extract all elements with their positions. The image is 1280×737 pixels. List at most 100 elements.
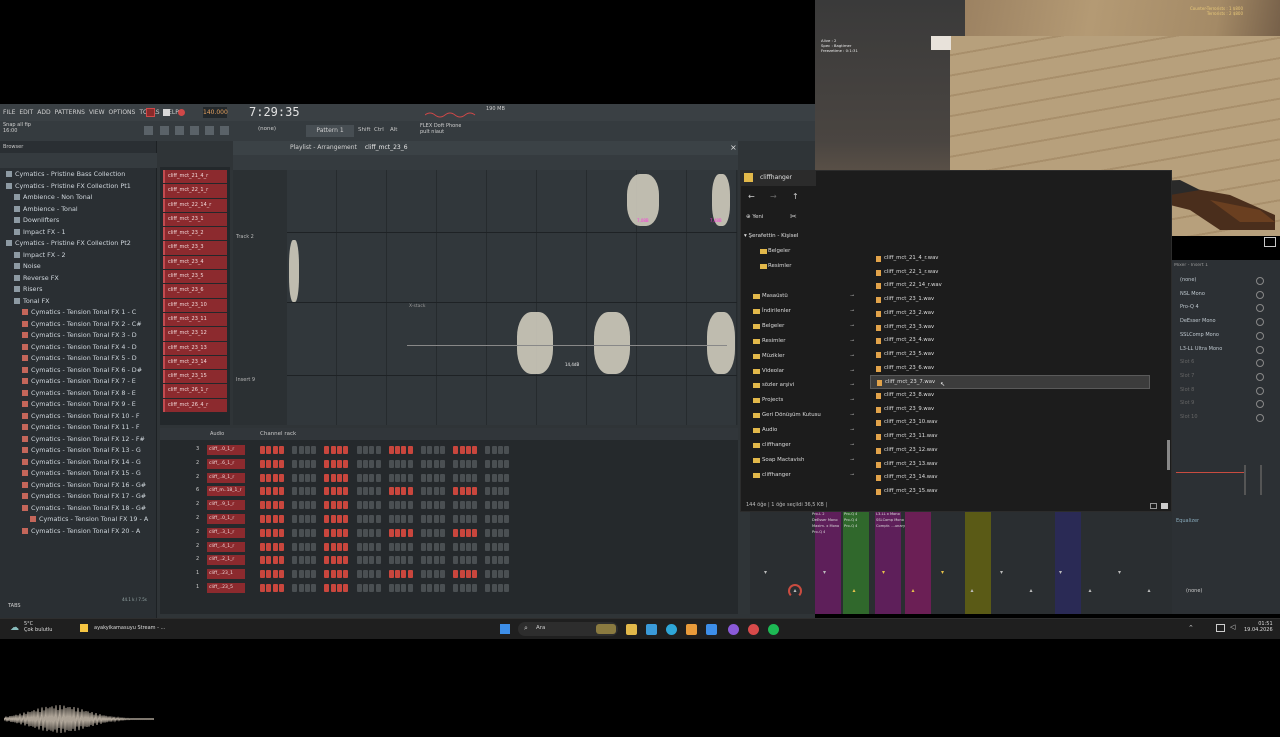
browser-item[interactable]: Cymatics - Tension Tonal FX 14 - G	[0, 457, 155, 469]
browser-item[interactable]: Cymatics - Tension Tonal FX 11 - F	[0, 422, 155, 434]
step-button[interactable]	[388, 528, 394, 537]
step-button[interactable]	[465, 570, 471, 579]
file-row[interactable]: cliff_mct_23_14.wav	[870, 471, 1150, 485]
step-button[interactable]	[304, 459, 310, 468]
step-button[interactable]	[465, 501, 471, 510]
step-button[interactable]	[356, 584, 362, 592]
step-button[interactable]	[395, 542, 401, 551]
step-button[interactable]	[407, 584, 413, 592]
step-button[interactable]	[272, 528, 278, 537]
step-button[interactable]	[260, 528, 265, 537]
step-button[interactable]	[369, 515, 375, 523]
slot-knob-icon[interactable]	[1256, 290, 1264, 299]
step-button[interactable]	[485, 501, 491, 510]
step-button[interactable]	[407, 459, 413, 468]
step-button[interactable]	[504, 473, 510, 482]
step-button[interactable]	[388, 459, 394, 468]
pin-icon[interactable]: ⊸	[850, 423, 854, 438]
browser-item[interactable]: Cymatics - Tension Tonal FX 8 - E	[0, 388, 155, 400]
mixer-arrow-icon[interactable]: ▾	[764, 569, 767, 576]
step-button[interactable]	[427, 556, 433, 565]
mixer-slot[interactable]: Pro-Q 4	[1172, 301, 1272, 315]
file-row[interactable]: cliff_mct_23_1.wav	[870, 293, 1150, 307]
slot-knob-icon[interactable]	[1256, 331, 1264, 340]
step-button[interactable]	[459, 473, 465, 482]
step-button[interactable]	[304, 528, 310, 537]
step-button[interactable]	[498, 542, 503, 551]
browser-item[interactable]: Cymatics - Tension Tonal FX 17 - G#	[0, 491, 155, 503]
step-button[interactable]	[453, 528, 459, 537]
step-button[interactable]	[266, 515, 272, 523]
step-button[interactable]	[504, 584, 510, 592]
step-button[interactable]	[298, 584, 304, 592]
step-button[interactable]	[395, 487, 401, 496]
step-button[interactable]	[421, 501, 426, 510]
step-button[interactable]	[298, 570, 304, 579]
tiles-view-icon[interactable]	[1161, 503, 1168, 509]
step-button[interactable]	[388, 473, 394, 482]
step-button[interactable]	[311, 584, 317, 592]
step-button[interactable]	[311, 473, 317, 482]
step-button[interactable]	[401, 528, 407, 537]
step-button[interactable]	[356, 501, 362, 510]
monitor-icon[interactable]	[1216, 624, 1225, 632]
step-button[interactable]	[292, 542, 298, 551]
step-button[interactable]	[459, 459, 465, 468]
step-button[interactable]	[472, 556, 478, 565]
step-button[interactable]	[304, 542, 310, 551]
mixer-arrow-icon[interactable]: ▴	[1030, 587, 1033, 594]
step-button[interactable]	[330, 584, 336, 592]
step-button[interactable]	[260, 570, 265, 579]
step-button[interactable]	[433, 528, 439, 537]
menu-item[interactable]: FILE	[3, 109, 15, 116]
step-button[interactable]	[427, 528, 433, 537]
fl-studio-icon[interactable]	[686, 624, 697, 635]
audio-clip[interactable]	[517, 312, 553, 374]
step-button[interactable]	[465, 487, 471, 496]
step-button[interactable]	[427, 515, 433, 523]
step-button[interactable]	[311, 528, 317, 537]
nav-item[interactable]: sözler arşivi ⊸	[742, 378, 858, 393]
browser-item[interactable]: Cymatics - Tension Tonal FX 6 - D#	[0, 365, 155, 377]
mixer-arrow-icon[interactable]: ▴	[1089, 587, 1092, 594]
step-button[interactable]	[433, 570, 439, 579]
step-button[interactable]	[369, 542, 375, 551]
channel-name[interactable]: cliff_m..18_1_r	[207, 486, 245, 497]
slot-knob-icon[interactable]	[1256, 345, 1264, 354]
step-button[interactable]	[260, 584, 265, 592]
step-button[interactable]	[407, 446, 413, 454]
checkmark-app-icon[interactable]	[646, 624, 657, 635]
step-button[interactable]	[292, 515, 298, 523]
step-button[interactable]	[278, 446, 284, 454]
step-button[interactable]	[427, 542, 433, 551]
step-button[interactable]	[292, 501, 298, 510]
channel-name[interactable]: cliff_..9_1_r	[207, 500, 245, 511]
pin-icon[interactable]: ⊸	[850, 334, 854, 349]
nav-item[interactable]: Resimler	[742, 259, 858, 274]
step-button[interactable]	[330, 501, 336, 510]
step-button[interactable]	[343, 528, 349, 537]
mixer-slot[interactable]: SSLComp Mono	[1172, 329, 1272, 343]
step-button[interactable]	[504, 542, 510, 551]
play-button[interactable]	[146, 108, 155, 117]
file-row[interactable]: cliff_mct_23_5.wav	[870, 348, 1150, 362]
step-button[interactable]	[304, 584, 310, 592]
master-knob[interactable]	[788, 584, 802, 598]
step-button[interactable]	[388, 542, 394, 551]
step-button[interactable]	[369, 473, 375, 482]
weather-widget[interactable]: 5°C Çok bulutlu	[24, 621, 52, 633]
pin-icon[interactable]: ⊸	[850, 468, 854, 483]
back-arrow-icon[interactable]: ←	[748, 192, 755, 201]
step-button[interactable]	[260, 473, 265, 482]
step-button[interactable]	[375, 487, 381, 496]
nav-item[interactable]: Resimler ⊸	[742, 334, 858, 349]
step-button[interactable]	[453, 570, 459, 579]
tempo-display[interactable]: 140.000	[203, 107, 228, 118]
step-button[interactable]	[395, 473, 401, 482]
file-row[interactable]: cliff_mct_23_11.wav	[870, 430, 1150, 444]
browser-item[interactable]: Cymatics - Tension Tonal FX 16 - G#	[0, 480, 155, 492]
step-button[interactable]	[459, 528, 465, 537]
nav-item[interactable]: cliffhanger ⊸	[742, 438, 858, 453]
step-button[interactable]	[266, 528, 272, 537]
step-button[interactable]	[439, 584, 445, 592]
